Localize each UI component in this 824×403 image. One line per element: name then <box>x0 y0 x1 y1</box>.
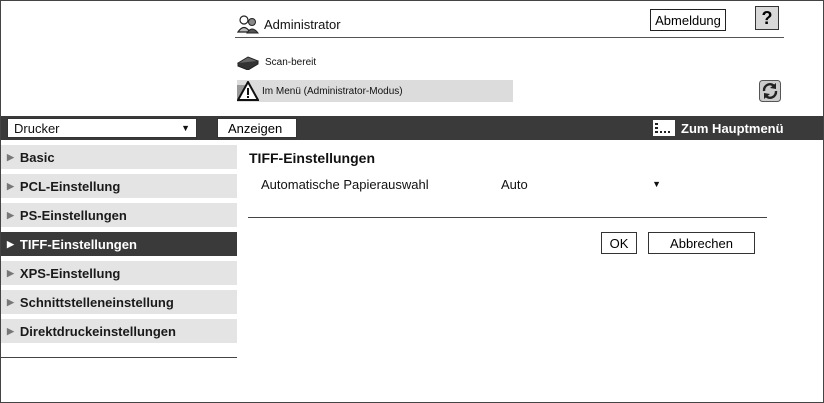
scan-status-text: Scan-bereit <box>265 56 317 68</box>
sidebar-item-label: XPS-Einstellung <box>19 265 121 281</box>
category-value: Drucker <box>14 120 60 136</box>
sidebar: ▶ Basic ▶ PCL-Einstellung ▶ PS-Einstellu… <box>1 145 237 348</box>
chevron-down-icon: ▼ <box>181 123 190 133</box>
triangle-right-icon: ▶ <box>7 151 14 162</box>
triangle-right-icon: ▶ <box>7 296 14 307</box>
sidebar-item-label: TIFF-Einstellungen <box>19 236 137 252</box>
sidebar-item-label: Basic <box>19 149 55 165</box>
admin-users-icon <box>236 14 260 34</box>
paper-select-label: Automatische Papierauswahl <box>261 177 429 192</box>
triangle-right-icon: ▶ <box>7 325 14 336</box>
triangle-right-icon: ▶ <box>7 209 14 220</box>
show-button[interactable]: Anzeigen <box>217 118 297 138</box>
paper-select-value: Auto <box>501 176 528 192</box>
header-divider <box>235 37 784 38</box>
main-menu-link[interactable]: Zum Hauptmenü <box>653 117 784 139</box>
main-menu-label: Zum Hauptmenü <box>681 120 784 136</box>
sidebar-item-ps[interactable]: ▶ PS-Einstellungen <box>1 203 237 227</box>
logout-button[interactable]: Abmeldung <box>650 9 726 31</box>
refresh-icon[interactable] <box>759 80 781 102</box>
sidebar-item-label: Direktdruckeinstellungen <box>19 323 176 339</box>
menu-status-text: Im Menü (Administrator-Modus) <box>262 85 403 97</box>
admin-indicator: Administrator <box>236 10 341 38</box>
triangle-right-icon: ▶ <box>7 180 14 191</box>
sidebar-item-tiff[interactable]: ▶ TIFF-Einstellungen <box>1 232 237 256</box>
sidebar-item-interface[interactable]: ▶ Schnittstelleneinstellung <box>1 290 237 314</box>
menu-list-icon <box>653 120 675 136</box>
cancel-button[interactable]: Abbrechen <box>648 232 755 254</box>
help-button[interactable]: ? <box>755 6 779 30</box>
admin-label: Administrator <box>264 16 341 32</box>
content-divider <box>248 217 767 218</box>
scan-status: Scan-bereit <box>236 53 317 71</box>
triangle-right-icon: ▶ <box>7 267 14 278</box>
ok-button[interactable]: OK <box>601 232 637 254</box>
chevron-down-icon: ▼ <box>652 179 661 189</box>
menu-status: Im Menü (Administrator-Modus) <box>236 79 513 102</box>
sidebar-divider <box>1 357 237 358</box>
sidebar-item-label: Schnittstelleneinstellung <box>19 294 174 310</box>
warning-icon <box>236 79 260 101</box>
sidebar-item-pcl[interactable]: ▶ PCL-Einstellung <box>1 174 237 198</box>
sidebar-item-basic[interactable]: ▶ Basic <box>1 145 237 169</box>
sidebar-item-label: PCL-Einstellung <box>19 178 121 194</box>
page-title: TIFF-Einstellungen <box>249 150 375 166</box>
sidebar-item-label: PS-Einstellungen <box>19 207 127 223</box>
category-select[interactable]: Drucker ▼ <box>7 118 197 138</box>
scanner-icon <box>236 54 260 71</box>
paper-select-dropdown[interactable]: Auto ▼ <box>495 174 667 194</box>
triangle-right-icon: ▶ <box>7 238 14 249</box>
sidebar-item-xps[interactable]: ▶ XPS-Einstellung <box>1 261 237 285</box>
sidebar-item-direct-print[interactable]: ▶ Direktdruckeinstellungen <box>1 319 237 343</box>
